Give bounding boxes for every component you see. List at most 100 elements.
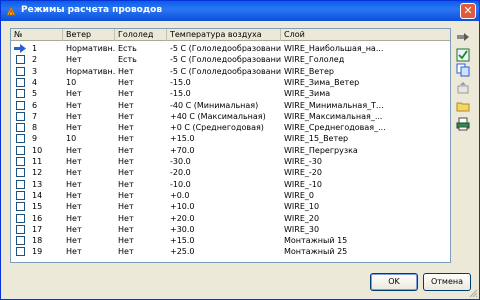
row-checkbox[interactable] — [16, 89, 25, 99]
row-checkbox[interactable] — [16, 134, 25, 144]
table-row[interactable]: 5 Нет Нет -15.0 WIRE_Зима — [11, 88, 450, 99]
cell-layer: WIRE_Минимальная_Т... — [284, 100, 384, 110]
table-row[interactable]: 1 Нормативн... Есть -5 С (Гололедообразован… — [11, 43, 450, 54]
print-icon[interactable] — [456, 117, 470, 131]
cell-ice: Нет — [118, 89, 134, 99]
row-checkbox[interactable] — [16, 168, 25, 178]
row-checkbox[interactable] — [16, 213, 25, 223]
row-checkbox[interactable] — [16, 55, 25, 65]
cell-wind: Нормативн... — [66, 44, 115, 53]
cell-ice: Нет — [118, 236, 134, 246]
cell-layer: WIRE_-30 — [284, 157, 322, 166]
move-up-icon[interactable] — [456, 81, 470, 95]
table-row[interactable]: 3 Нормативн... Нет -5 С (Гололедообразовани… — [11, 66, 450, 77]
app-icon — [6, 6, 16, 16]
cell-temperature: +30.0 — [170, 224, 195, 234]
close-button[interactable]: ✕ — [460, 3, 476, 19]
table-row[interactable]: 6 Нет Нет -40 С (Минимальная) WIRE_Минимальн… — [11, 100, 450, 111]
modes-table[interactable]: № Ветер Гололед Температура воздуха Слой… — [10, 28, 451, 263]
cell-wind: Нет — [66, 55, 82, 65]
table-row[interactable]: 4 10 Нет -15.0 WIRE_Зима_Ветер — [11, 77, 450, 88]
ok-button[interactable]: OK — [370, 273, 418, 291]
cell-number: 15 — [32, 202, 43, 212]
cell-layer: WIRE_15_Ветер — [284, 134, 349, 144]
cell-wind: Нет — [66, 157, 82, 166]
row-checkbox[interactable] — [16, 190, 25, 200]
cell-number: 2 — [32, 55, 38, 65]
cell-wind: Нет — [66, 145, 82, 155]
resize-grip-icon[interactable] — [468, 288, 478, 298]
row-checkbox[interactable] — [16, 66, 25, 76]
cell-number: 10 — [32, 145, 43, 155]
table-row[interactable]: 15 Нет Нет +10.0 WIRE_10 — [11, 201, 450, 212]
cell-temperature: +20.0 — [170, 213, 195, 223]
cell-wind: Нет — [66, 123, 82, 133]
cell-ice: Нет — [118, 224, 134, 234]
folder-icon[interactable] — [456, 99, 470, 113]
table-row[interactable]: 13 Нет Нет -10.0 WIRE_-10 — [11, 179, 450, 190]
insert-row-icon[interactable] — [456, 30, 470, 44]
table-row[interactable]: 18 Нет Нет +15.0 Монтажный 15 — [11, 235, 450, 246]
column-header-ice[interactable]: Гололед — [115, 29, 167, 41]
cell-layer: Монтажный 15 — [284, 236, 348, 246]
cell-number: 13 — [32, 179, 43, 189]
table-row[interactable]: 9 10 Нет +15.0 WIRE_15_Ветер — [11, 133, 450, 144]
cell-temperature: -5 С (Гололедообразования) — [170, 66, 281, 76]
cell-layer: Монтажный 25 — [284, 247, 348, 257]
row-checkbox[interactable] — [16, 157, 25, 166]
cell-layer: WIRE_30 — [284, 224, 320, 234]
row-checkbox[interactable] — [16, 100, 25, 110]
row-checkbox[interactable] — [16, 111, 25, 121]
table-row[interactable]: 16 Нет Нет +20.0 WIRE_20 — [11, 213, 450, 224]
cell-ice: Нет — [118, 77, 134, 87]
cell-temperature: +70.0 — [170, 145, 195, 155]
cancel-button[interactable]: Отмена — [423, 273, 471, 291]
cell-number: 1 — [32, 44, 38, 53]
cell-wind: Нет — [66, 100, 82, 110]
table-row[interactable]: 19 Нет Нет +25.0 Монтажный 25 — [11, 246, 450, 257]
table-row[interactable]: 11 Нет Нет -30.0 WIRE_-30 — [11, 156, 450, 167]
row-checkbox[interactable] — [16, 236, 25, 246]
cell-number: 11 — [32, 157, 43, 166]
cell-ice: Нет — [118, 66, 134, 76]
check-icon[interactable] — [456, 48, 470, 62]
column-header-layer[interactable]: Слой — [281, 29, 450, 41]
table-row[interactable]: 14 Нет Нет +0.0 WIRE_0 — [11, 190, 450, 201]
cell-temperature: +40 С (Максимальная) — [170, 111, 266, 121]
current-row-arrow-icon — [14, 44, 26, 53]
row-checkbox[interactable] — [16, 77, 25, 87]
cell-ice: Нет — [118, 123, 134, 133]
table-row[interactable]: 8 Нет Нет +0 С (Среднегодовая) WIRE_Среднего… — [11, 122, 450, 133]
table-row[interactable]: 7 Нет Нет +40 С (Максимальная) WIRE_Максимал… — [11, 111, 450, 122]
cell-temperature: -20.0 — [170, 168, 191, 178]
cell-temperature: -10.0 — [170, 179, 191, 189]
cell-wind: Нет — [66, 179, 82, 189]
cell-number: 16 — [32, 213, 43, 223]
cell-wind: Нет — [66, 89, 82, 99]
cell-ice: Нет — [118, 145, 134, 155]
cell-number: 7 — [32, 111, 38, 121]
row-checkbox[interactable] — [16, 247, 25, 257]
cell-ice: Нет — [118, 190, 134, 200]
table-row[interactable]: 10 Нет Нет +70.0 WIRE_Перегрузка — [11, 145, 450, 156]
cell-number: 4 — [32, 77, 38, 87]
row-checkbox[interactable] — [16, 179, 25, 189]
row-checkbox[interactable] — [16, 123, 25, 133]
copy-icon[interactable] — [456, 63, 470, 77]
cell-ice: Есть — [118, 44, 137, 53]
cell-ice: Нет — [118, 247, 134, 257]
column-header-temperature[interactable]: Температура воздуха — [167, 29, 281, 41]
cell-wind: Нет — [66, 247, 82, 257]
cell-layer: WIRE_10 — [284, 202, 320, 212]
column-header-number[interactable]: № — [11, 29, 63, 41]
table-row[interactable]: 17 Нет Нет +30.0 WIRE_30 — [11, 224, 450, 235]
row-checkbox[interactable] — [16, 145, 25, 155]
row-checkbox[interactable] — [16, 224, 25, 234]
table-row[interactable]: 12 Нет Нет -20.0 WIRE_-20 — [11, 167, 450, 178]
cell-temperature: -15.0 — [170, 89, 191, 99]
cell-wind: Нет — [66, 111, 82, 121]
row-checkbox[interactable] — [16, 202, 25, 212]
column-header-wind[interactable]: Ветер — [63, 29, 115, 41]
title-bar[interactable]: Режимы расчета проводов ✕ — [1, 1, 479, 21]
table-row[interactable]: 2 Нет Есть -5 С (Гололедообразования) WIRE_Г… — [11, 54, 450, 65]
